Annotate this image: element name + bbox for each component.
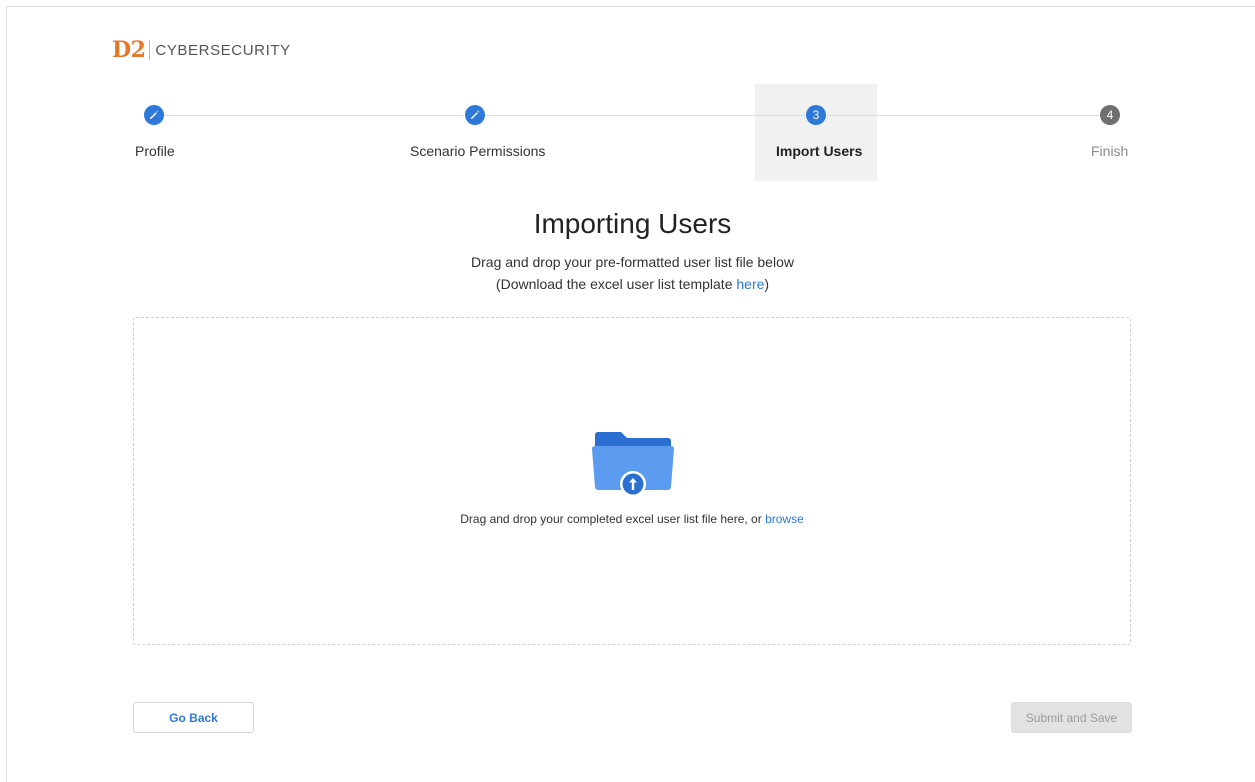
step-connector	[827, 115, 1100, 116]
step-connector	[485, 115, 805, 116]
dropzone-text: Drag and drop your completed excel user …	[134, 512, 1130, 526]
pencil-icon	[150, 111, 158, 119]
step-scenario-permissions-indicator[interactable]	[465, 105, 485, 125]
dropzone-instruction: Drag and drop your completed excel user …	[460, 512, 766, 526]
page-title: Importing Users	[533, 208, 732, 239]
step-number: 4	[1106, 108, 1114, 122]
template-download-link[interactable]: here	[736, 276, 764, 292]
active-step-highlight	[755, 84, 877, 181]
step-import-users-indicator[interactable]: 3	[806, 105, 826, 125]
browse-link[interactable]: browse	[765, 512, 804, 526]
step-label-finish[interactable]: Finish	[1091, 143, 1128, 159]
step-connector	[164, 115, 463, 116]
step-label-profile[interactable]: Profile	[135, 143, 175, 159]
template-download-text: (Download the excel user list template h…	[0, 276, 1255, 292]
step-number: 3	[812, 108, 820, 122]
pencil-icon	[471, 110, 480, 119]
step-label-import-users[interactable]: Import Users	[776, 143, 862, 159]
step-label-scenario-permissions[interactable]: Scenario Permissions	[410, 143, 545, 159]
step-finish-indicator[interactable]: 4	[1100, 105, 1120, 125]
go-back-button[interactable]: Go Back	[133, 702, 254, 733]
template-prefix: (Download the excel user list template	[495, 276, 737, 292]
folder-upload-icon	[592, 432, 674, 497]
template-suffix: )	[764, 276, 770, 292]
file-dropzone[interactable]: Drag and drop your completed excel user …	[133, 317, 1131, 645]
submit-and-save-button[interactable]: Submit and Save	[1011, 702, 1132, 733]
instruction-text: Drag and drop your pre-formatted user li…	[471, 254, 794, 270]
step-profile-indicator[interactable]	[144, 105, 164, 125]
progress-stepper: 3 4 Profile Scenario Permissions Import …	[0, 0, 1255, 200]
